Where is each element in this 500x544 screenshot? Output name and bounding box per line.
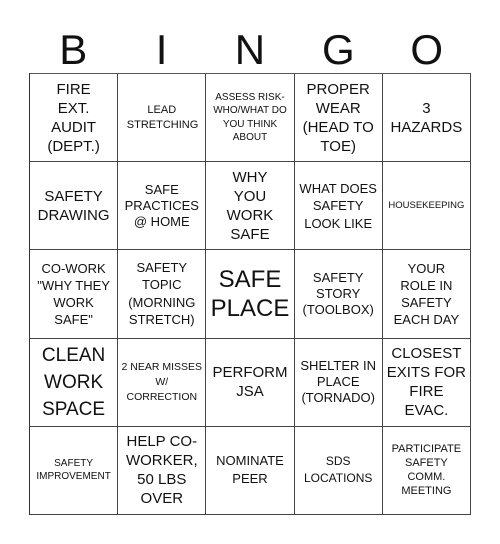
bingo-cell[interactable]: SAFETY STORY (TOOLBOX)	[294, 250, 383, 339]
cell-text: WHAT DOES SAFETY LOOK LIKE	[299, 180, 377, 231]
bingo-cell[interactable]: SAFE PLACE	[206, 250, 295, 339]
header-letter-n: N	[234, 26, 266, 73]
bingo-cell[interactable]: NOMINATE PEER	[206, 426, 295, 515]
bingo-cell[interactable]: SAFE PRACTICES @ HOME	[118, 162, 207, 251]
bingo-cell[interactable]: SAFETY IMPROVEMENT	[30, 426, 119, 515]
bingo-cell[interactable]: SAFETY TOPIC (MORNING STRETCH)	[118, 250, 207, 339]
cell-text: SAFE PLACE	[210, 265, 290, 322]
bingo-cell[interactable]: SHELTER IN PLACE (TORNADO)	[294, 338, 383, 427]
cell-text: ASSESS RISK- WHO/WHAT DO YOU THINK ABOUT	[213, 91, 287, 144]
bingo-cell[interactable]: ASSESS RISK- WHO/WHAT DO YOU THINK ABOUT	[206, 74, 295, 163]
cell-text: 2 NEAR MISSES W/ CORRECTION	[121, 360, 203, 403]
bingo-cell[interactable]: PARTICIPATE SAFETY COMM. MEETING	[382, 426, 471, 515]
bingo-cell[interactable]: PROPER WEAR (HEAD TO TOE)	[294, 74, 383, 163]
header-letter-o: O	[410, 26, 444, 73]
cell-text: SHELTER IN PLACE (TORNADO)	[300, 358, 376, 406]
cell-text: WHY YOU WORK SAFE	[226, 168, 274, 243]
cell-text: NOMINATE PEER	[216, 453, 284, 487]
cell-text: 3 HAZARDS	[390, 99, 463, 136]
cell-text: PERFORM JSA	[212, 364, 288, 401]
bingo-cell[interactable]: SAFETY DRAWING	[30, 162, 119, 251]
bingo-cell[interactable]: WHAT DOES SAFETY LOOK LIKE	[294, 162, 383, 251]
header-letter-i: I	[155, 26, 168, 73]
bingo-header: B I N G O	[29, 26, 471, 73]
cell-text: SDS LOCATIONS	[303, 454, 373, 486]
bingo-cell[interactable]: CO-WORK "WHY THEY WORK SAFE"	[30, 250, 119, 339]
bingo-cell[interactable]: SDS LOCATIONS	[294, 426, 383, 515]
bingo-cell[interactable]: PERFORM JSA	[206, 338, 295, 427]
cell-text: SAFETY DRAWING	[37, 187, 110, 224]
cell-text: SAFETY TOPIC (MORNING STRETCH)	[128, 259, 196, 328]
bingo-cell[interactable]: HOUSEKEEPING	[382, 162, 471, 251]
bingo-cell[interactable]: HELP CO-WORKER, 50 LBS OVER	[118, 426, 207, 515]
bingo-cell[interactable]: WHY YOU WORK SAFE	[206, 162, 295, 251]
bingo-cell[interactable]: CLOSEST EXITS FOR FIRE EVAC.	[382, 338, 471, 427]
header-letter-b: B	[59, 26, 88, 73]
bingo-cell[interactable]: 3 HAZARDS	[382, 74, 471, 163]
cell-text: SAFE PRACTICES @ HOME	[124, 181, 199, 229]
bingo-cell[interactable]: FIRE EXT. AUDIT (DEPT.)	[30, 74, 119, 163]
cell-text: PROPER WEAR (HEAD TO TOE)	[302, 80, 374, 155]
bingo-grid: FIRE EXT. AUDIT (DEPT.) LEAD STRETCHING …	[29, 73, 471, 515]
cell-text: HOUSEKEEPING	[388, 199, 465, 211]
cell-text: CLOSEST EXITS FOR FIRE EVAC.	[386, 345, 466, 420]
bingo-cell[interactable]: CLEAN WORK SPACE	[30, 338, 119, 427]
cell-text: CO-WORK "WHY THEY WORK SAFE"	[37, 260, 110, 327]
cell-text: SAFETY IMPROVEMENT	[36, 458, 111, 483]
bingo-cell[interactable]: LEAD STRETCHING	[118, 74, 207, 163]
bingo-cell[interactable]: YOUR ROLE IN SAFETY EACH DAY	[382, 250, 471, 339]
cell-text: LEAD STRETCHING	[126, 103, 199, 131]
cell-text: CLEAN WORK SPACE	[41, 344, 106, 420]
cell-text: SAFETY STORY (TOOLBOX)	[302, 269, 374, 317]
bingo-cell[interactable]: 2 NEAR MISSES W/ CORRECTION	[118, 338, 207, 427]
cell-text: YOUR ROLE IN SAFETY EACH DAY	[393, 260, 460, 327]
cell-text: FIRE EXT. AUDIT (DEPT.)	[47, 80, 100, 155]
cell-text: HELP CO-WORKER, 50 LBS OVER	[125, 433, 198, 508]
cell-text: PARTICIPATE SAFETY COMM. MEETING	[391, 443, 462, 498]
header-letter-g: G	[322, 26, 355, 73]
